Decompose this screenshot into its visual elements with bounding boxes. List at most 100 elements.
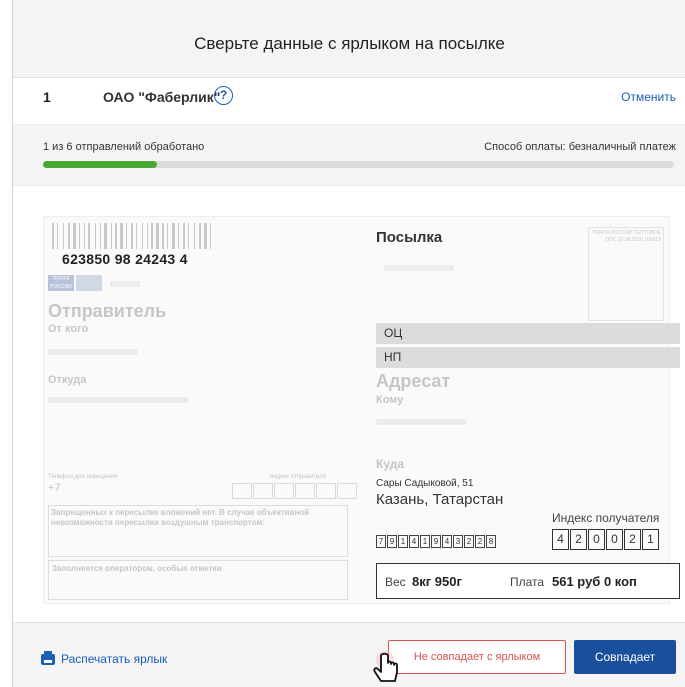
fee-value: 561 руб 0 коп: [552, 574, 637, 589]
index-digit: 4: [552, 529, 569, 550]
barcode-bar: [111, 223, 112, 249]
barcode-bar: [79, 223, 80, 249]
blurred-text: [48, 349, 138, 355]
recipient-phone-boxes: 7 9 1 4 1 9 4 3 2 2 8: [376, 535, 497, 548]
mismatch-button[interactable]: Не совпадает с ярлыком: [388, 640, 566, 674]
print-label-link[interactable]: Распечатать ярлык: [41, 650, 168, 666]
barcode-bar: [115, 223, 117, 249]
barcode-bar: [63, 223, 64, 249]
where-to-label: Куда: [376, 457, 404, 471]
barcode-bar: [167, 223, 168, 249]
sender-title: Отправитель: [48, 301, 167, 321]
fee-label: Плата: [510, 575, 545, 589]
operator-notes: Заполняется оператором, особые отметки: [48, 560, 348, 600]
phone-digit: 4: [442, 535, 452, 548]
phone-label: Телефон для извещения: [48, 474, 118, 480]
barcode-bar: [162, 223, 164, 249]
question-circle-icon[interactable]: ?: [214, 86, 233, 105]
index-digit: 0: [606, 529, 623, 550]
emblem-icon: [76, 275, 102, 291]
index-digit: 0: [588, 529, 605, 550]
shipping-label-preview: 623850 98 24243 4 ПОЧТА РОССИИ Отправите…: [43, 216, 680, 604]
shipment-row: 1 ОАО "Фаберлик" ? Отменить: [13, 78, 685, 124]
barcode-bar: [88, 223, 90, 249]
barcode-bar: [100, 223, 101, 249]
to-whom-label: Кому: [376, 394, 404, 406]
barcode-bar: [194, 223, 195, 249]
barcode-bar: [178, 223, 179, 249]
weight-label: Вес: [385, 575, 406, 589]
hand-pointer-icon: [373, 651, 398, 682]
weight-value: 8кг 950г: [412, 574, 462, 589]
band-np: НП: [376, 347, 680, 368]
barcode-bar: [172, 223, 175, 249]
blurred-text: [48, 397, 188, 403]
index-digit: 1: [642, 529, 659, 550]
print-label-text: Распечатать ярлык: [61, 652, 168, 666]
post-logo-icon: ПОЧТА РОССИИ: [48, 275, 74, 291]
parcel-title: Посылка: [376, 229, 443, 246]
barcode-bar: [95, 223, 96, 249]
blurred-text: [376, 419, 466, 425]
postal-stamp: ПОЧТА РОССИИ ТЕСТОВОЕ ОПС 29.08.2016 109…: [588, 227, 664, 321]
blurred-text: [384, 265, 454, 271]
phone-code: +7: [48, 482, 61, 494]
barcode-bar: [126, 223, 127, 249]
phone-digit: 9: [387, 535, 397, 548]
barcode-bar: [188, 223, 189, 249]
payment-method: Способ оплаты: безналичный платеж: [484, 141, 676, 153]
phone-digit: 1: [420, 535, 430, 548]
barcode-bar: [183, 223, 185, 249]
dialog: Сверьте данные с ярлыком на посылке 1 ОА…: [12, 0, 685, 687]
barcode-bar: [147, 223, 148, 249]
from-who-label: От кого: [48, 323, 89, 335]
phone-digit: 2: [475, 535, 485, 548]
progress-row: 1 из 6 отправлений обработано Способ опл…: [13, 124, 685, 186]
barcode-bar: [57, 223, 58, 249]
barcode-bar: [68, 223, 70, 249]
barcode-bar: [84, 223, 85, 249]
phone-digit: 4: [409, 535, 419, 548]
blurred-text: [110, 281, 140, 287]
barcode-bar: [136, 223, 137, 249]
match-button[interactable]: Совпадает: [574, 640, 676, 674]
barcode-bar: [52, 223, 54, 249]
cancel-link[interactable]: Отменить: [621, 90, 676, 104]
printer-icon: [41, 650, 55, 665]
recipient-street: Сары Садыковой, 51: [376, 478, 474, 489]
index-digit: 2: [624, 529, 641, 550]
from-where-label: Откуда: [48, 374, 87, 386]
sender-index-boxes: [232, 483, 358, 499]
barcode-bar: [199, 223, 201, 249]
phone-digit: 1: [398, 535, 408, 548]
barcode-bar: [73, 223, 76, 249]
recipient-index-label: Индекс получателя: [552, 511, 660, 525]
phone-digit: 2: [464, 535, 474, 548]
barcode-bar: [120, 223, 123, 249]
phone-digit: 7: [376, 535, 386, 548]
recipient-city: Казань, Татарстан: [376, 491, 504, 508]
barcode-bar: [104, 223, 107, 249]
weight-fee-box: Вес 8кг 950г Плата 561 руб 0 коп: [376, 563, 680, 599]
processed-count: 1 из 6 отправлений обработано: [43, 141, 205, 153]
recipient-index-boxes: 4 2 0 0 2 1: [552, 529, 660, 550]
progress-fill: [43, 161, 157, 168]
index-digit: 2: [570, 529, 587, 550]
dialog-footer: Распечатать ярлык Не совпадает с ярлыком…: [13, 622, 685, 687]
phone-digit: 9: [431, 535, 441, 548]
progress-bar: [43, 161, 674, 168]
company-name: ОАО "Фаберлик": [103, 89, 221, 105]
barcode-bar: [151, 223, 153, 249]
phone-digit: 8: [486, 535, 496, 548]
shipment-number: 1: [43, 89, 51, 105]
barcode-bar: [156, 223, 159, 249]
band-oc: ОЦ: [376, 323, 680, 344]
tracking-number: 623850 98 24243 4: [62, 251, 188, 267]
dialog-title: Сверьте данные с ярлыком на посылке: [194, 34, 505, 53]
sender-index-label: индекс отправителя: [270, 474, 326, 480]
addressee-title: Адресат: [376, 371, 451, 391]
barcode-bar: [142, 223, 143, 249]
barcode-bar: [204, 223, 207, 249]
dialog-header: Сверьте данные с ярлыком на посылке: [13, 0, 685, 78]
phone-digit: 3: [453, 535, 463, 548]
